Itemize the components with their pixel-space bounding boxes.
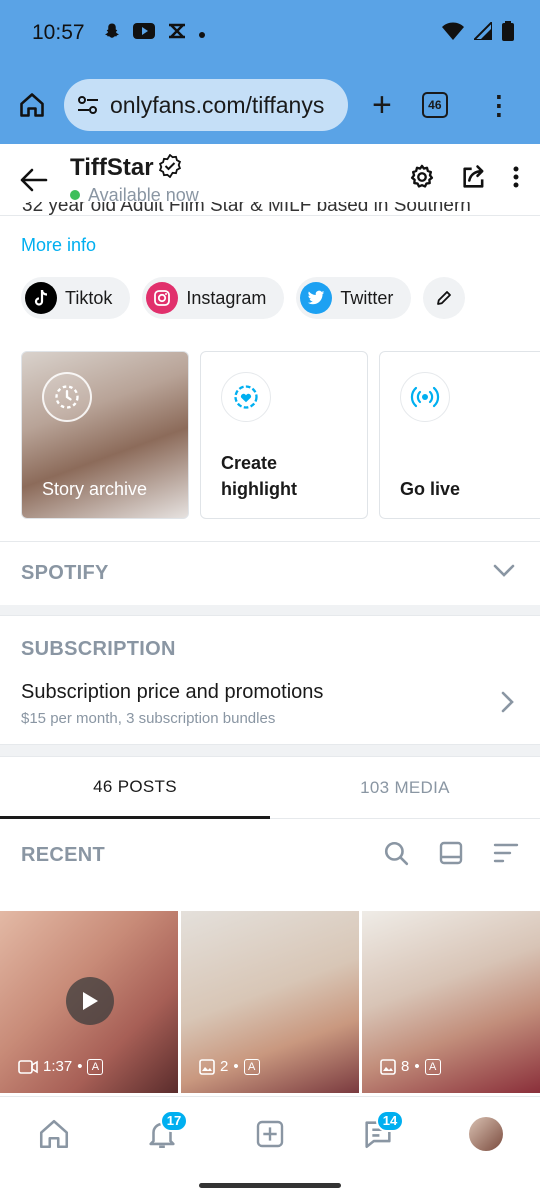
clock: 10:57 <box>32 21 85 44</box>
social-link-label: Instagram <box>186 287 267 308</box>
media-badge: A <box>87 1058 104 1075</box>
create-highlight-icon <box>221 372 271 422</box>
story-archive-icon <box>42 372 92 422</box>
gesture-handle <box>199 1182 341 1188</box>
more-info-link[interactable]: More info <box>21 235 96 256</box>
nav-add-post[interactable] <box>246 1110 294 1158</box>
site-settings-icon[interactable] <box>76 94 100 116</box>
back-arrow-icon[interactable] <box>20 168 52 192</box>
video-icon <box>18 1059 38 1074</box>
highlight-create[interactable]: Create highlight <box>200 351 368 519</box>
subscription-price-row[interactable]: Subscription price and promotions $15 pe… <box>21 681 519 727</box>
more-options-icon[interactable] <box>512 165 520 194</box>
add-square-icon <box>256 1120 284 1147</box>
browser-menu-icon[interactable]: ⋮ <box>486 92 512 118</box>
chevron-down-icon <box>493 564 515 583</box>
highlights-row: Story archive Create highlight Go live <box>21 351 540 519</box>
image-icon <box>199 1058 215 1075</box>
media-badge: A <box>243 1058 260 1075</box>
sort-icon[interactable] <box>493 842 519 869</box>
instagram-icon <box>146 282 179 314</box>
media-thumbnail[interactable]: 2 • A <box>181 911 359 1093</box>
image-icon <box>380 1058 396 1075</box>
social-link-twitter[interactable]: Twitter <box>296 277 412 319</box>
nav-profile[interactable] <box>462 1110 510 1158</box>
profile-bio: 32 year old Adult Film Star & MILF based… <box>22 202 471 216</box>
search-icon[interactable] <box>383 840 409 871</box>
play-icon <box>66 977 114 1025</box>
spotify-section[interactable]: SPOTIFY <box>0 541 540 605</box>
media-duration: 1:37 <box>43 1058 73 1075</box>
media-thumbnail[interactable]: 8 • A <box>362 911 540 1093</box>
address-bar[interactable]: onlyfans.com/tiffanys <box>64 79 348 131</box>
bottom-nav: 17 14 <box>0 1096 540 1170</box>
dot-icon <box>198 23 205 43</box>
highlight-story-archive[interactable]: Story archive <box>21 351 189 519</box>
media-meta: 1:37 • A <box>18 1058 104 1075</box>
online-status-dot <box>70 190 80 200</box>
live-broadcast-icon <box>400 372 450 422</box>
edit-social-links-button[interactable] <box>423 277 466 319</box>
post-tabs: 46 POSTS 103 MEDIA <box>0 756 540 819</box>
spotify-title: SPOTIFY <box>21 562 109 584</box>
browser-toolbar: onlyfans.com/tiffanys + 46 ⋮ <box>0 66 540 144</box>
subscription-title: SUBSCRIPTION <box>21 638 176 660</box>
social-link-label: Twitter <box>340 287 394 308</box>
social-link-instagram[interactable]: Instagram <box>142 277 285 319</box>
status-bar: 10:57 <box>0 0 540 66</box>
gear-icon[interactable] <box>408 163 436 196</box>
twitter-icon <box>300 282 333 314</box>
chevron-right-icon <box>501 691 515 718</box>
youtube-icon <box>132 22 155 44</box>
nav-notifications[interactable]: 17 <box>138 1109 188 1158</box>
notifications-badge: 17 <box>160 1109 188 1132</box>
media-badge: A <box>424 1058 441 1075</box>
avatar <box>469 1116 503 1151</box>
media-count: 8 <box>401 1058 410 1075</box>
recent-title: RECENT <box>21 843 106 866</box>
verified-icon <box>158 153 182 183</box>
media-thumbnail[interactable]: 1:37 • A <box>0 911 178 1093</box>
home-icon[interactable] <box>14 87 50 123</box>
tab-switcher-button[interactable]: 46 <box>421 92 448 118</box>
media-meta: 2 • A <box>199 1058 260 1075</box>
gesture-bar <box>0 1170 540 1200</box>
subscription-row-title: Subscription price and promotions <box>21 681 324 703</box>
battery-icon <box>502 20 514 46</box>
tab-posts[interactable]: 46 POSTS <box>0 757 270 819</box>
section-divider <box>0 745 540 756</box>
section-divider <box>0 605 540 615</box>
signal-icon <box>471 19 493 45</box>
recent-bar: RECENT <box>0 820 540 890</box>
media-meta: 8 • A <box>380 1058 441 1075</box>
home-icon <box>39 1119 69 1148</box>
tab-media[interactable]: 103 MEDIA <box>270 757 540 819</box>
profile-name: TiffStar <box>70 154 154 181</box>
media-grid: 1:37 • A 2 • A 8 • A <box>0 911 540 1093</box>
pencil-icon <box>437 291 452 305</box>
highlight-go-live[interactable]: Go live <box>379 351 540 519</box>
messages-badge: 14 <box>376 1109 404 1132</box>
social-links: Tiktok Instagram Twitter <box>21 277 466 319</box>
social-link-label: Tiktok <box>65 287 113 308</box>
nav-messages[interactable]: 14 <box>354 1109 404 1158</box>
subscription-section: SUBSCRIPTION Subscription price and prom… <box>0 615 540 745</box>
highlight-label: Create highlight <box>221 453 297 499</box>
wifi-icon <box>442 22 464 45</box>
subscription-row-detail: $15 per month, 3 subscription bundles <box>21 710 276 727</box>
layout-toggle-icon[interactable] <box>439 841 463 870</box>
new-tab-icon[interactable]: + <box>372 88 392 122</box>
social-link-tiktok[interactable]: Tiktok <box>21 277 131 319</box>
highlight-label: Story archive <box>42 479 148 499</box>
capcut-icon <box>167 22 187 45</box>
highlight-label: Go live <box>400 479 461 499</box>
url-text: onlyfans.com/tiffanys <box>110 91 325 118</box>
tiktok-icon <box>25 282 57 314</box>
nav-home[interactable] <box>30 1110 78 1158</box>
media-count: 2 <box>220 1058 229 1075</box>
snapchat-icon <box>103 22 121 45</box>
share-icon[interactable] <box>460 163 488 196</box>
